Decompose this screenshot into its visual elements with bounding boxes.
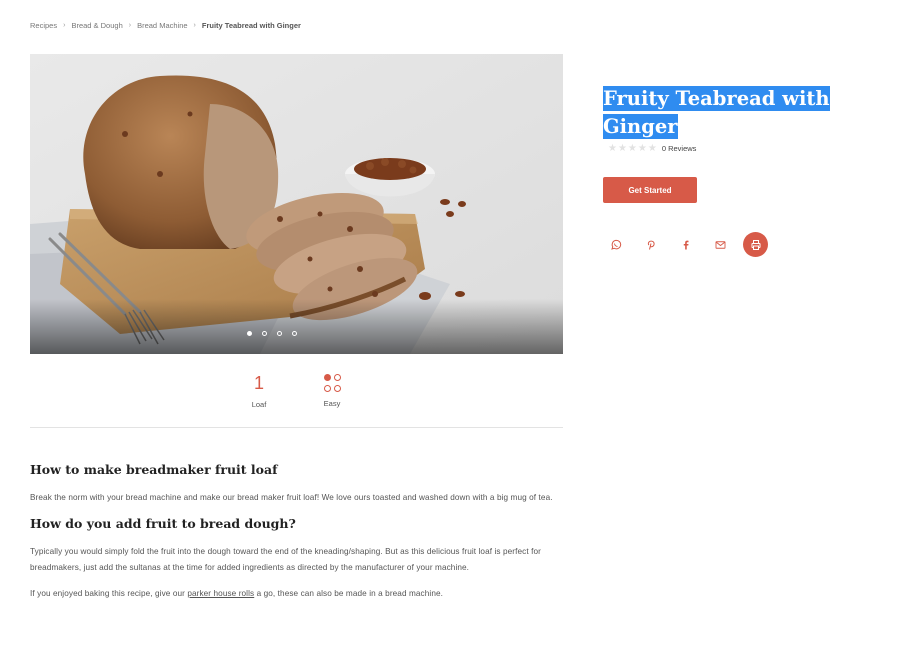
paragraph-text: a go, these can also be made in a bread … xyxy=(254,589,444,598)
carousel-dot-4[interactable] xyxy=(291,331,297,336)
facebook-icon[interactable] xyxy=(673,232,698,257)
image-overlay xyxy=(30,299,563,354)
chevron-right-icon: › xyxy=(63,22,66,29)
article-paragraph-3: If you enjoyed baking this recipe, give … xyxy=(30,586,563,602)
print-icon[interactable] xyxy=(743,232,768,257)
paragraph-text: If you enjoyed baking this recipe, give … xyxy=(30,589,188,598)
yield-value: 1 xyxy=(253,373,264,393)
breadcrumb-bread-dough[interactable]: Bread & Dough xyxy=(71,21,122,30)
recipe-title: Fruity Teabread with Ginger xyxy=(603,86,830,140)
get-started-button[interactable]: Get Started xyxy=(603,177,697,203)
share-bar xyxy=(603,232,778,257)
breadcrumb-recipes[interactable]: Recipes xyxy=(30,21,57,30)
breadcrumb-current: Fruity Teabread with Ginger xyxy=(201,21,301,30)
recipe-stats: 1 Loaf Easy xyxy=(30,372,563,428)
email-icon[interactable] xyxy=(708,232,733,257)
whatsapp-icon[interactable] xyxy=(603,232,628,257)
parker-house-rolls-link[interactable]: parker house rolls xyxy=(187,589,254,598)
star-rating-icon: ★★★★★ xyxy=(608,143,658,154)
recipe-image-carousel[interactable] xyxy=(30,54,563,354)
carousel-dot-2[interactable] xyxy=(261,331,267,336)
yield-stat: 1 Loaf xyxy=(229,372,289,409)
article-heading-1: How to make breadmaker fruit loaf xyxy=(30,462,278,477)
chevron-right-icon: › xyxy=(128,22,132,29)
rating[interactable]: ★★★★★ 0 Reviews xyxy=(608,143,696,154)
review-count: 0 Reviews xyxy=(661,144,697,153)
chevron-right-icon: › xyxy=(193,22,196,29)
breadcrumb: Recipes › Bread & Dough › Bread Machine … xyxy=(30,21,301,30)
difficulty-stat: Easy xyxy=(302,372,362,408)
yield-label: Loaf xyxy=(251,400,267,409)
carousel-dot-1[interactable] xyxy=(246,331,252,336)
breadcrumb-bread-machine[interactable]: Bread Machine xyxy=(137,21,187,30)
carousel-dots xyxy=(30,331,563,336)
article-paragraph-1: Break the norm with your bread machine a… xyxy=(30,493,553,502)
recipe-article: How to make breadmaker fruit loaf Break … xyxy=(30,462,563,612)
article-heading-2: How do you add fruit to bread dough? xyxy=(30,516,296,531)
pinterest-icon[interactable] xyxy=(638,232,663,257)
difficulty-icon xyxy=(323,372,341,393)
carousel-dot-3[interactable] xyxy=(276,331,282,336)
difficulty-label: Easy xyxy=(323,399,341,408)
article-paragraph-2: Typically you would simply fold the frui… xyxy=(30,547,541,572)
